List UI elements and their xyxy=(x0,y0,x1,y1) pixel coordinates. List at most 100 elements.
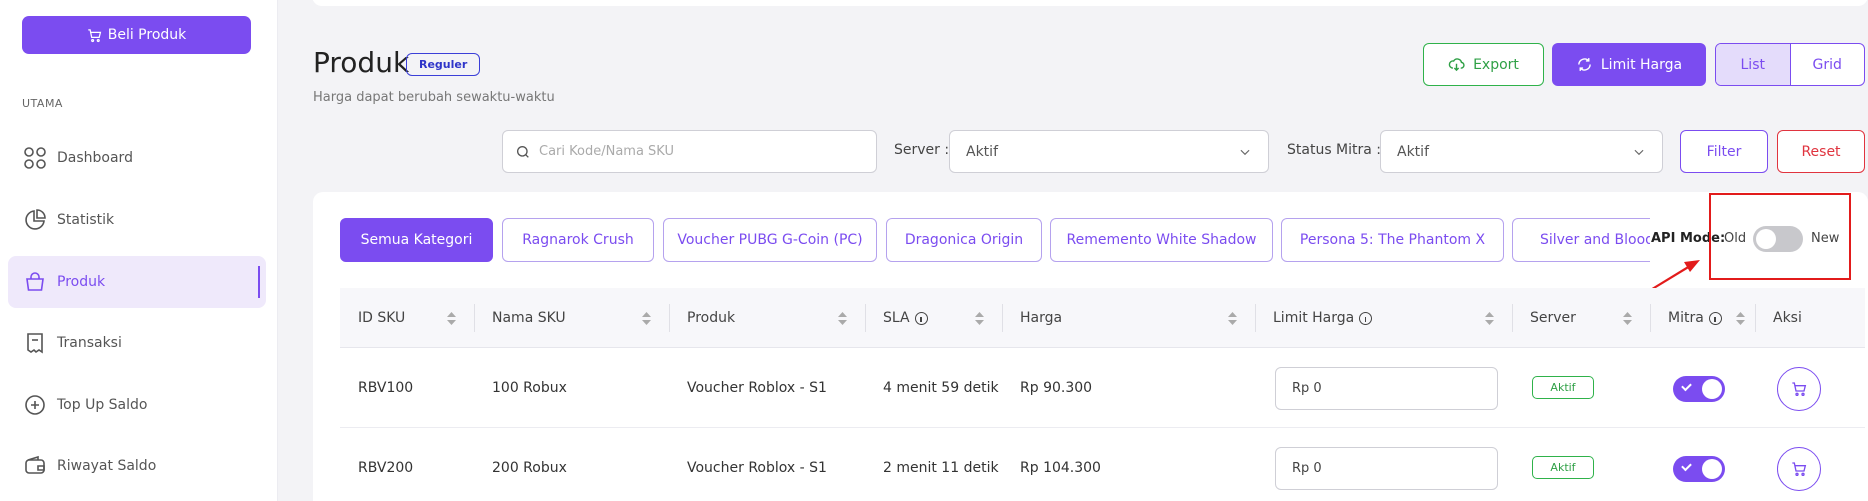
shopping-bag-icon xyxy=(26,272,44,291)
column-title: Harga xyxy=(1020,310,1063,326)
top-card xyxy=(312,0,1868,6)
page-title: Produk xyxy=(313,46,410,79)
category-tab[interactable]: Ragnarok Crush xyxy=(502,218,654,262)
column-title: Aksi xyxy=(1773,310,1802,326)
cell-harga: Rp 90.300 xyxy=(1020,380,1093,396)
limit-harga-button[interactable]: Limit Harga xyxy=(1552,43,1706,86)
table-row: RBV200 200 Robux Voucher Roblox - S1 2 m… xyxy=(340,428,1865,501)
cell-sla: 4 menit 59 detik xyxy=(883,380,999,396)
sidebar-item-label: Dashboard xyxy=(57,150,133,166)
receipt-icon xyxy=(27,333,43,354)
col-header-server[interactable]: Server xyxy=(1512,288,1650,348)
category-tab[interactable]: Semua Kategori xyxy=(340,218,493,262)
column-title: ID SKU xyxy=(358,310,406,326)
col-header-mitra[interactable]: Mitra xyxy=(1650,288,1755,348)
category-tab[interactable]: Rememento White Shadow xyxy=(1050,218,1273,262)
export-button[interactable]: Export xyxy=(1423,43,1544,86)
cell-nama-sku: 100 Robux xyxy=(492,380,567,396)
sidebar-item-dashboard[interactable]: Dashboard xyxy=(8,132,266,184)
sort-icon xyxy=(1736,312,1745,325)
sidebar-item-label: Statistik xyxy=(57,212,115,228)
sidebar-item-top-up-saldo[interactable]: Top Up Saldo xyxy=(8,379,266,431)
sort-icon xyxy=(1485,312,1494,325)
limit-harga-input[interactable]: Rp 0 xyxy=(1275,447,1498,490)
server-select-value: Aktif xyxy=(966,143,998,160)
server-select[interactable]: Aktif xyxy=(949,130,1269,173)
sort-icon xyxy=(1228,312,1237,325)
sidebar-item-label: Riwayat Saldo xyxy=(57,458,157,474)
col-header-harga[interactable]: Harga xyxy=(1002,288,1255,348)
buy-button[interactable] xyxy=(1777,447,1821,491)
cell-id-sku: RBV100 xyxy=(358,380,414,396)
wallet-icon xyxy=(25,455,45,474)
sidebar-section-label: UTAMA xyxy=(22,97,63,110)
chevron-down-icon xyxy=(1240,149,1250,155)
sidebar: Beli Produk UTAMA Dashboard Statistik Pr… xyxy=(0,0,278,501)
mitra-select[interactable]: Aktif xyxy=(1380,130,1663,173)
sidebar-item-label: Top Up Saldo xyxy=(57,397,148,413)
cell-produk: Voucher Roblox - S1 xyxy=(687,460,827,476)
buy-product-button[interactable]: Beli Produk xyxy=(22,16,251,54)
cell-harga: Rp 104.300 xyxy=(1020,460,1101,476)
table-row: RBV100 100 Robux Voucher Roblox - S1 4 m… xyxy=(340,348,1865,428)
refresh-icon xyxy=(1578,58,1591,71)
highlight-box xyxy=(1709,193,1851,280)
cell-produk: Voucher Roblox - S1 xyxy=(687,380,827,396)
filter-button[interactable]: Filter xyxy=(1680,130,1768,173)
limit-harga-input[interactable]: Rp 0 xyxy=(1275,367,1498,410)
server-filter-label: Server : xyxy=(894,142,950,158)
type-badge: Reguler xyxy=(406,53,481,76)
search-icon xyxy=(517,145,529,158)
sort-icon xyxy=(1623,312,1632,325)
mitra-toggle[interactable] xyxy=(1673,456,1725,482)
reset-button[interactable]: Reset xyxy=(1777,130,1865,173)
mitra-filter-label: Status Mitra : xyxy=(1287,142,1382,158)
server-status-badge: Aktif xyxy=(1532,376,1594,399)
column-title: Mitra xyxy=(1668,310,1704,326)
column-title: Server xyxy=(1530,310,1576,326)
sidebar-item-riwayat-saldo[interactable]: Riwayat Saldo xyxy=(8,440,266,492)
limit-harga-label: Limit Harga xyxy=(1600,56,1683,73)
cart-icon xyxy=(1792,462,1807,476)
cell-nama-sku: 200 Robux xyxy=(492,460,567,476)
page-subtitle: Harga dapat berubah sewaktu-waktu xyxy=(313,90,555,105)
sidebar-item-transaksi[interactable]: Transaksi xyxy=(8,317,266,369)
sort-icon xyxy=(447,312,456,325)
view-toggle: List Grid xyxy=(1715,43,1865,86)
info-icon[interactable] xyxy=(1708,311,1722,325)
sidebar-item-statistik[interactable]: Statistik xyxy=(8,194,266,246)
col-header-id-sku[interactable]: ID SKU xyxy=(340,288,474,348)
mitra-select-value: Aktif xyxy=(1397,143,1429,160)
col-header-sla[interactable]: SLA xyxy=(865,288,1002,348)
sidebar-item-label: Transaksi xyxy=(57,335,122,351)
category-tab[interactable]: Voucher PUBG G-Coin (PC) xyxy=(663,218,877,262)
pie-chart-icon xyxy=(25,209,46,230)
col-header-limit-harga[interactable]: Limit Harga xyxy=(1255,288,1512,348)
col-header-nama-sku[interactable]: Nama SKU xyxy=(474,288,669,348)
sidebar-item-produk[interactable]: Produk xyxy=(8,256,266,308)
chevron-down-icon xyxy=(1634,149,1644,155)
info-icon[interactable] xyxy=(914,311,928,325)
sort-icon xyxy=(975,312,984,325)
buy-button[interactable] xyxy=(1777,367,1821,411)
cart-icon xyxy=(87,28,101,42)
info-icon[interactable] xyxy=(1359,311,1373,325)
buy-product-label: Beli Produk xyxy=(107,27,187,43)
category-tab[interactable]: Dragonica Origin xyxy=(886,218,1042,262)
column-title: Produk xyxy=(687,310,736,326)
mitra-toggle[interactable] xyxy=(1673,376,1725,402)
search-input[interactable] xyxy=(539,144,839,159)
col-header-produk[interactable]: Produk xyxy=(669,288,865,348)
col-header-aksi: Aksi xyxy=(1755,288,1865,348)
cart-icon xyxy=(1792,382,1807,396)
category-tab[interactable]: Silver and Blood xyxy=(1512,218,1650,262)
view-grid-button[interactable]: Grid xyxy=(1791,44,1865,85)
table-header: ID SKU Nama SKU Produk SLA Harga Limit H… xyxy=(340,288,1865,348)
column-title: Limit Harga xyxy=(1273,310,1355,326)
cell-id-sku: RBV200 xyxy=(358,460,414,476)
view-list-button[interactable]: List xyxy=(1716,44,1791,85)
category-tab[interactable]: Persona 5: The Phantom X xyxy=(1281,218,1504,262)
export-label: Export xyxy=(1473,56,1519,73)
cell-sla: 2 menit 11 detik xyxy=(883,460,999,476)
column-title: Nama SKU xyxy=(492,310,566,326)
